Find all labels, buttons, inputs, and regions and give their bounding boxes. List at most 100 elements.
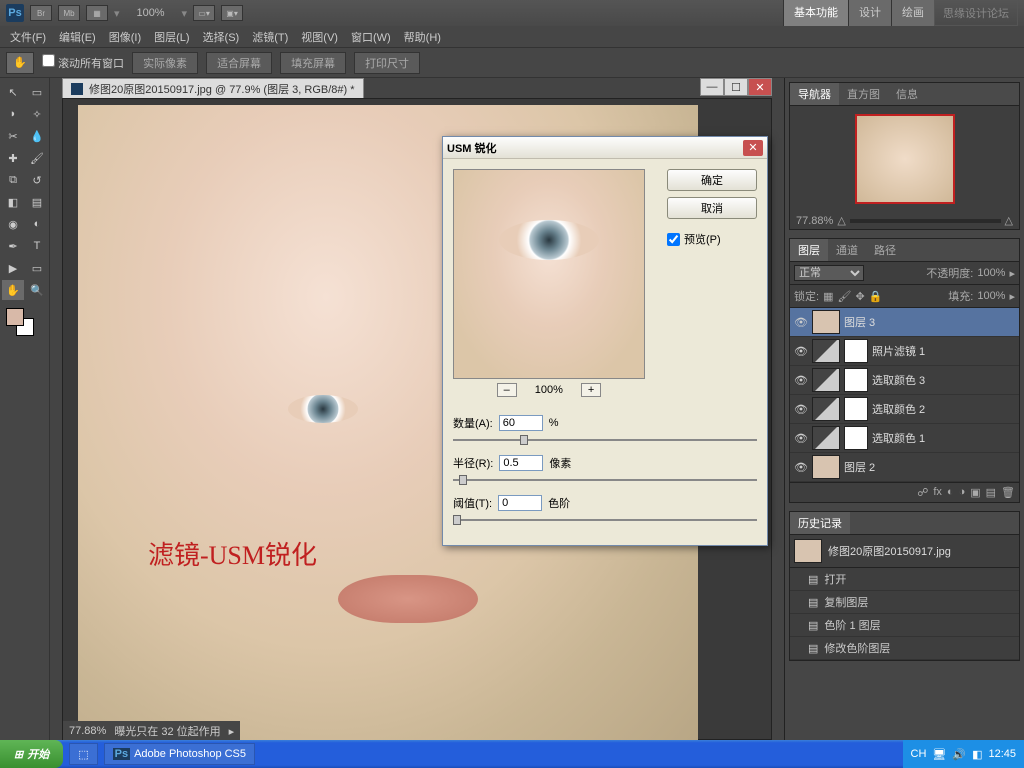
link-layers-icon[interactable]: ☍ [917,486,928,499]
history-step[interactable]: ▤打开 [790,568,1019,591]
layer-visibility-icon[interactable]: 👁 [794,460,808,474]
preview-zoom-in-button[interactable]: + [581,383,601,397]
chevron-icon[interactable]: ▸ [1009,267,1015,280]
layer-thumbnail[interactable] [812,426,840,450]
layer-visibility-icon[interactable]: 👁 [794,431,808,445]
zoom-tool-icon[interactable]: 🔍 [26,280,48,300]
start-button[interactable]: ⊞ 开始 [0,740,63,768]
brush-tool-icon[interactable]: 🖌 [26,148,48,168]
tab-history[interactable]: 历史记录 [790,512,850,534]
marquee-tool-icon[interactable]: ▭ [26,82,48,102]
move-tool-icon[interactable]: ↖ [2,82,24,102]
layer-row[interactable]: 👁图层 3 [790,308,1019,337]
dialog-titlebar[interactable]: USM 锐化 ✕ [443,137,767,159]
tray-icon[interactable]: 🔊 [952,748,966,761]
tray-icon[interactable]: ◧ [972,748,982,761]
fill-screen-button[interactable]: 填充屏幕 [280,52,346,74]
navigator-thumbnail[interactable] [855,114,955,204]
menu-window[interactable]: 窗口(W) [345,27,397,47]
zoom-in-icon[interactable]: △ [1005,214,1013,227]
view-extras-button[interactable]: ▦ [86,5,108,21]
lock-all-icon[interactable]: 🔒 [869,290,883,303]
tab-layers[interactable]: 图层 [790,239,828,261]
tab-channels[interactable]: 通道 [828,239,866,261]
fill-value[interactable]: 100% [977,290,1005,302]
workspace-tab-painting[interactable]: 绘画 [891,0,934,26]
layer-visibility-icon[interactable]: 👁 [794,402,808,416]
scroll-all-windows-checkbox[interactable]: 滚动所有窗口 [42,54,124,71]
doc-maximize-button[interactable]: ☐ [724,78,748,96]
layer-row[interactable]: 👁 选取颜色 2 [790,395,1019,424]
layer-name[interactable]: 选取颜色 2 [872,401,925,417]
history-snapshot[interactable]: 修图20原图20150917.jpg [790,535,1019,568]
shape-tool-icon[interactable]: ▭ [26,258,48,278]
layer-mask-thumbnail[interactable] [844,368,868,392]
layer-mask-thumbnail[interactable] [844,426,868,450]
eyedropper-tool-icon[interactable]: 💧 [26,126,48,146]
tab-paths[interactable]: 路径 [866,239,904,261]
history-step[interactable]: ▤修改色阶图层 [790,637,1019,660]
zoom-out-icon[interactable]: △ [837,214,845,227]
layer-name[interactable]: 图层 2 [844,459,875,475]
delete-layer-icon[interactable]: 🗑 [1001,486,1015,499]
layer-mask-thumbnail[interactable] [844,397,868,421]
menu-select[interactable]: 选择(S) [197,27,246,47]
eraser-tool-icon[interactable]: ◧ [2,192,24,212]
tab-navigator[interactable]: 导航器 [790,83,839,105]
foreground-color-swatch[interactable] [6,308,24,326]
tab-info[interactable]: 信息 [888,83,926,105]
layer-fx-icon[interactable]: fx [933,486,942,499]
threshold-slider[interactable] [453,513,757,527]
layer-mask-icon[interactable]: ◐ [947,486,954,499]
chevron-icon[interactable]: ▸ [1009,290,1015,303]
history-brush-tool-icon[interactable]: ↺ [26,170,48,190]
tray-clock[interactable]: 12:45 [988,748,1016,760]
cancel-button[interactable]: 取消 [667,197,757,219]
hand-tool-icon[interactable]: ✋ [6,52,34,74]
dialog-close-button[interactable]: ✕ [743,140,763,156]
amount-slider[interactable] [453,433,757,447]
radius-input[interactable] [499,455,543,471]
menu-help[interactable]: 帮助(H) [398,27,447,47]
document-tab[interactable]: 修图20原图20150917.jpg @ 77.9% (图层 3, RGB/8#… [62,78,364,100]
layer-name[interactable]: 选取颜色 3 [872,372,925,388]
amount-input[interactable] [499,415,543,431]
layer-visibility-icon[interactable]: 👁 [794,344,808,358]
ok-button[interactable]: 确定 [667,169,757,191]
history-step[interactable]: ▤色阶 1 图层 [790,614,1019,637]
workspace-tab-essentials[interactable]: 基本功能 [783,0,848,26]
preview-checkbox[interactable]: 预览(P) [667,231,757,247]
gradient-tool-icon[interactable]: ▤ [26,192,48,212]
arrange-button[interactable]: ▭▾ [193,5,215,21]
layer-row[interactable]: 👁选取颜色 3 [790,366,1019,395]
layer-visibility-icon[interactable]: 👁 [794,315,808,329]
path-select-tool-icon[interactable]: ▶ [2,258,24,278]
layer-row[interactable]: 👁 图层 2 [790,453,1019,482]
color-swatch[interactable] [2,308,48,338]
menu-view[interactable]: 视图(V) [295,27,344,47]
print-size-button[interactable]: 打印尺寸 [354,52,420,74]
actual-pixels-button[interactable]: 实际像素 [132,52,198,74]
menu-image[interactable]: 图像(I) [103,27,147,47]
menu-filter[interactable]: 滤镜(T) [246,27,294,47]
zoom-level-input[interactable] [126,7,176,19]
stamp-tool-icon[interactable]: ⧉ [2,170,24,190]
fit-screen-button[interactable]: 适合屏幕 [206,52,272,74]
layer-group-icon[interactable]: ▣ [970,486,980,499]
blur-tool-icon[interactable]: ◉ [2,214,24,234]
tab-histogram[interactable]: 直方图 [839,83,888,105]
menu-file[interactable]: 文件(F) [4,27,52,47]
navigator-zoom-slider[interactable] [850,219,1001,223]
crop-tool-icon[interactable]: ✂ [2,126,24,146]
blend-mode-select[interactable]: 正常 [794,265,864,281]
layer-row[interactable]: 👁照片滤镜 1 [790,337,1019,366]
pen-tool-icon[interactable]: ✒ [2,236,24,256]
menu-edit[interactable]: 编辑(E) [53,27,102,47]
lock-transparent-icon[interactable]: ▦ [823,290,833,303]
layer-thumbnail[interactable] [812,310,840,334]
layer-mask-thumbnail[interactable] [844,339,868,363]
quick-launch-icon[interactable]: ⬚ [69,743,97,765]
lock-pixels-icon[interactable]: 🖌 [837,290,851,303]
healing-tool-icon[interactable]: ✚ [2,148,24,168]
workspace-tab-design[interactable]: 设计 [848,0,891,26]
